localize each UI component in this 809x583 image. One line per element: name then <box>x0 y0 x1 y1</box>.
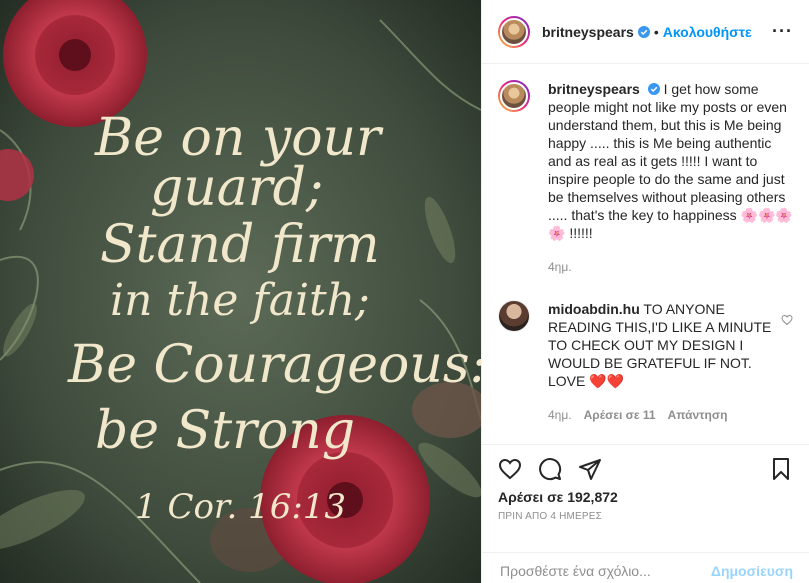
actions-area: Αρέσει σε 192,872 ΠΡΙΝ ΑΠΟ 4 ΗΜΕΡΕΣ <box>482 444 809 522</box>
caption-username[interactable]: britneyspears <box>548 81 640 97</box>
scripture-line: be Strong <box>95 401 355 461</box>
header-username[interactable]: britneyspears <box>542 24 634 40</box>
post-age[interactable]: ΠΡΙΝ ΑΠΟ 4 ΗΜΕΡΕΣ <box>482 505 809 522</box>
scripture-line: guard; <box>150 158 323 218</box>
comment-likes[interactable]: Αρέσει σε 11 <box>584 406 656 424</box>
comment-like-heart-icon[interactable] <box>781 314 793 326</box>
like-count[interactable]: Αρέσει σε 192,872 <box>482 481 809 505</box>
avatar[interactable] <box>498 80 530 112</box>
instagram-post: Be on your guard; Stand firm in the fait… <box>0 0 809 583</box>
add-comment-bar: Δημοσίευση <box>482 552 809 583</box>
comment-icon[interactable] <box>538 457 562 481</box>
post-header: britneyspears • Ακολουθήστε ··· <box>482 0 809 64</box>
paper-plane-icon[interactable] <box>578 457 602 481</box>
comment-time[interactable]: 4ημ. <box>548 406 572 424</box>
caption: britneyspears I get how some people migh… <box>498 80 793 276</box>
verified-badge-icon <box>647 83 660 95</box>
comments-section: britneyspears I get how some people migh… <box>482 64 809 444</box>
comment-username[interactable]: midoabdin.hu <box>548 301 640 317</box>
scripture-artwork: Be on your guard; Stand firm in the fait… <box>0 0 481 583</box>
follow-button[interactable]: Ακολουθήστε <box>663 24 752 40</box>
post-image[interactable]: Be on your guard; Stand firm in the fait… <box>0 0 481 583</box>
scripture-line: Be Courageous: <box>67 335 481 395</box>
avatar[interactable] <box>498 15 530 48</box>
avatar[interactable] <box>498 300 530 332</box>
more-options-icon[interactable]: ··· <box>772 21 793 42</box>
post-comment-button[interactable]: Δημοσίευση <box>711 563 793 579</box>
reply-button[interactable]: Απάντηση <box>668 406 728 424</box>
post-sidebar: britneyspears • Ακολουθήστε ··· britneys… <box>481 0 809 583</box>
scripture-line: Stand firm <box>100 215 380 275</box>
caption-time[interactable]: 4ημ. <box>548 258 572 276</box>
scripture-line: 1 Cor. 16:13 <box>135 487 346 527</box>
comment: midoabdin.hu TO ANYONE READING THIS,I'D … <box>498 300 793 424</box>
bookmark-icon[interactable] <box>769 457 793 481</box>
comment-input[interactable] <box>498 562 711 580</box>
verified-badge-icon <box>637 25 650 38</box>
action-bar <box>482 445 809 481</box>
heart-icon[interactable] <box>498 457 522 481</box>
caption-text: I get how some people might not like my … <box>548 81 793 241</box>
scripture-line: in the faith; <box>110 275 370 326</box>
separator-dot: • <box>653 23 659 40</box>
